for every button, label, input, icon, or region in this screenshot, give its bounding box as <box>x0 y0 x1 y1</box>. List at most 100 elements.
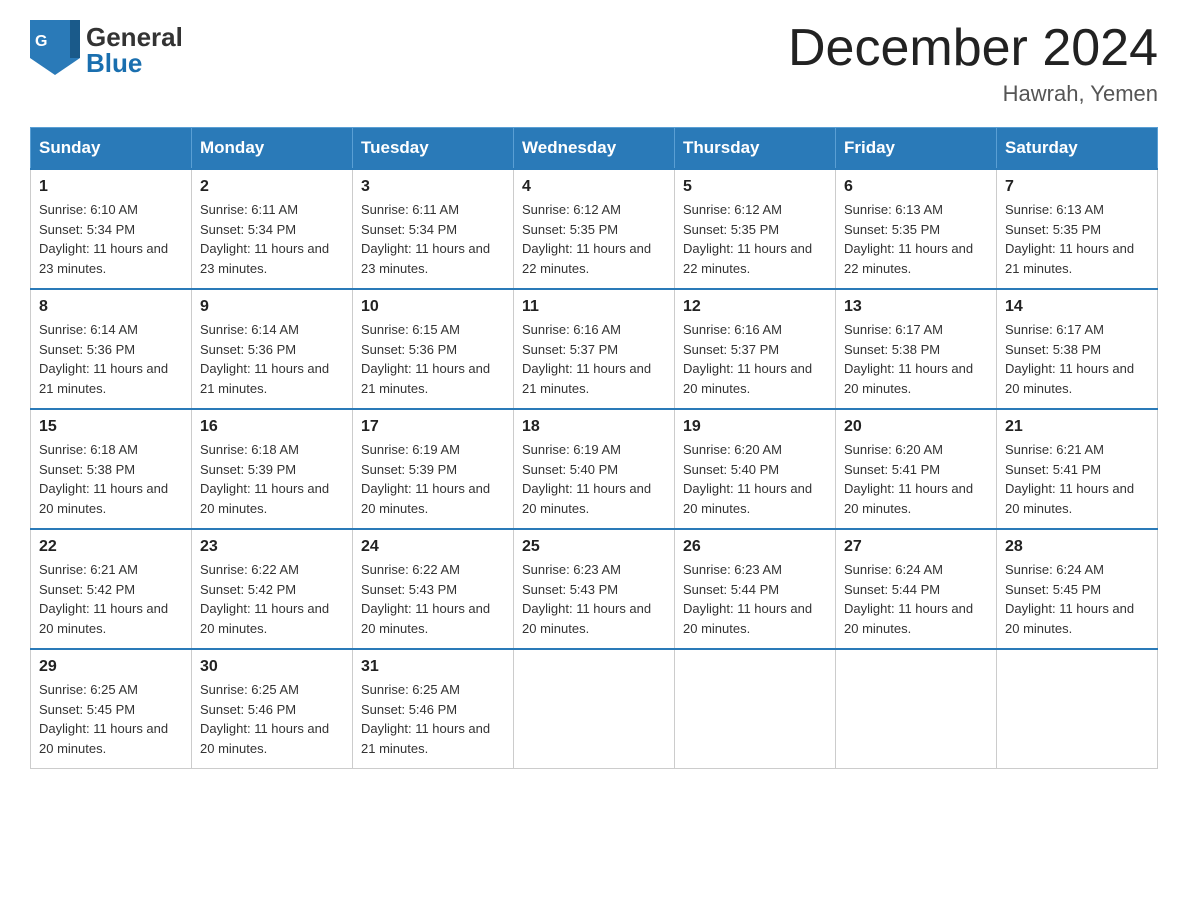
day-info-13: Sunrise: 6:17 AMSunset: 5:38 PMDaylight:… <box>844 320 988 398</box>
day-number-3: 3 <box>361 178 505 196</box>
day-info-19: Sunrise: 6:20 AMSunset: 5:40 PMDaylight:… <box>683 440 827 518</box>
day-number-25: 25 <box>522 538 666 556</box>
empty-cell <box>997 649 1158 769</box>
day-info-20: Sunrise: 6:20 AMSunset: 5:41 PMDaylight:… <box>844 440 988 518</box>
calendar-day-20: 20 Sunrise: 6:20 AMSunset: 5:41 PMDayligh… <box>836 409 997 529</box>
day-number-17: 17 <box>361 418 505 436</box>
day-info-26: Sunrise: 6:23 AMSunset: 5:44 PMDaylight:… <box>683 560 827 638</box>
calendar-day-26: 26Sunrise: 6:23 AMSunset: 5:44 PMDayligh… <box>675 529 836 649</box>
day-info-21: Sunrise: 6:21 AMSunset: 5:41 PMDaylight:… <box>1005 440 1149 518</box>
weekday-header-row: SundayMondayTuesdayWednesdayThursdayFrid… <box>31 128 1158 170</box>
calendar-day-21: 21 Sunrise: 6:21 AMSunset: 5:41 PMDayligh… <box>997 409 1158 529</box>
logo-general-text: General <box>86 24 183 50</box>
day-number-9: 9 <box>200 298 344 316</box>
calendar-day-22: 22Sunrise: 6:21 AMSunset: 5:42 PMDayligh… <box>31 529 192 649</box>
calendar-day-24: 24Sunrise: 6:22 AMSunset: 5:43 PMDayligh… <box>353 529 514 649</box>
day-number-18: 18 <box>522 418 666 436</box>
calendar-week-2: 8 Sunrise: 6:14 AMSunset: 5:36 PMDaylight… <box>31 289 1158 409</box>
calendar-table: SundayMondayTuesdayWednesdayThursdayFrid… <box>30 127 1158 769</box>
day-info-5: Sunrise: 6:12 AMSunset: 5:35 PMDaylight:… <box>683 200 827 278</box>
calendar-day-3: 3Sunrise: 6:11 AMSunset: 5:34 PMDaylight… <box>353 169 514 289</box>
day-info-1: Sunrise: 6:10 AMSunset: 5:34 PMDaylight:… <box>39 200 183 278</box>
calendar-day-15: 15Sunrise: 6:18 AMSunset: 5:38 PMDayligh… <box>31 409 192 529</box>
day-number-28: 28 <box>1005 538 1149 556</box>
calendar-week-4: 22Sunrise: 6:21 AMSunset: 5:42 PMDayligh… <box>31 529 1158 649</box>
day-info-25: Sunrise: 6:23 AMSunset: 5:43 PMDaylight:… <box>522 560 666 638</box>
calendar-day-28: 28 Sunrise: 6:24 AMSunset: 5:45 PMDayligh… <box>997 529 1158 649</box>
day-number-12: 12 <box>683 298 827 316</box>
day-info-6: Sunrise: 6:13 AMSunset: 5:35 PMDaylight:… <box>844 200 988 278</box>
calendar-day-23: 23 Sunrise: 6:22 AMSunset: 5:42 PMDayligh… <box>192 529 353 649</box>
day-number-1: 1 <box>39 178 183 196</box>
day-info-15: Sunrise: 6:18 AMSunset: 5:38 PMDaylight:… <box>39 440 183 518</box>
day-info-4: Sunrise: 6:12 AMSunset: 5:35 PMDaylight:… <box>522 200 666 278</box>
calendar-day-31: 31 Sunrise: 6:25 AMSunset: 5:46 PMDayligh… <box>353 649 514 769</box>
day-info-30: Sunrise: 6:25 AMSunset: 5:46 PMDaylight:… <box>200 680 344 758</box>
logo-name: General Blue <box>86 24 183 76</box>
calendar-week-3: 15Sunrise: 6:18 AMSunset: 5:38 PMDayligh… <box>31 409 1158 529</box>
day-number-30: 30 <box>200 658 344 676</box>
weekday-header-friday: Friday <box>836 128 997 170</box>
calendar-day-4: 4 Sunrise: 6:12 AMSunset: 5:35 PMDaylight… <box>514 169 675 289</box>
day-number-8: 8 <box>39 298 183 316</box>
day-number-24: 24 <box>361 538 505 556</box>
day-number-6: 6 <box>844 178 988 196</box>
day-info-27: Sunrise: 6:24 AMSunset: 5:44 PMDaylight:… <box>844 560 988 638</box>
calendar-day-16: 16Sunrise: 6:18 AMSunset: 5:39 PMDayligh… <box>192 409 353 529</box>
day-number-22: 22 <box>39 538 183 556</box>
calendar-day-1: 1 Sunrise: 6:10 AMSunset: 5:34 PMDaylight… <box>31 169 192 289</box>
day-info-7: Sunrise: 6:13 AMSunset: 5:35 PMDaylight:… <box>1005 200 1149 278</box>
calendar-day-12: 12 Sunrise: 6:16 AMSunset: 5:37 PMDayligh… <box>675 289 836 409</box>
calendar-day-14: 14Sunrise: 6:17 AMSunset: 5:38 PMDayligh… <box>997 289 1158 409</box>
day-info-28: Sunrise: 6:24 AMSunset: 5:45 PMDaylight:… <box>1005 560 1149 638</box>
day-number-2: 2 <box>200 178 344 196</box>
day-info-31: Sunrise: 6:25 AMSunset: 5:46 PMDaylight:… <box>361 680 505 758</box>
calendar-day-30: 30 Sunrise: 6:25 AMSunset: 5:46 PMDayligh… <box>192 649 353 769</box>
day-number-20: 20 <box>844 418 988 436</box>
day-info-14: Sunrise: 6:17 AMSunset: 5:38 PMDaylight:… <box>1005 320 1149 398</box>
calendar-week-1: 1 Sunrise: 6:10 AMSunset: 5:34 PMDaylight… <box>31 169 1158 289</box>
day-info-2: Sunrise: 6:11 AMSunset: 5:34 PMDaylight:… <box>200 200 344 278</box>
calendar-week-5: 29Sunrise: 6:25 AMSunset: 5:45 PMDayligh… <box>31 649 1158 769</box>
day-info-10: Sunrise: 6:15 AMSunset: 5:36 PMDaylight:… <box>361 320 505 398</box>
day-number-23: 23 <box>200 538 344 556</box>
logo-blue-text: Blue <box>86 50 183 76</box>
logo-icon: G <box>30 20 80 80</box>
calendar-day-10: 10Sunrise: 6:15 AMSunset: 5:36 PMDayligh… <box>353 289 514 409</box>
day-number-27: 27 <box>844 538 988 556</box>
day-number-7: 7 <box>1005 178 1149 196</box>
day-info-9: Sunrise: 6:14 AMSunset: 5:36 PMDaylight:… <box>200 320 344 398</box>
day-info-18: Sunrise: 6:19 AMSunset: 5:40 PMDaylight:… <box>522 440 666 518</box>
empty-cell <box>836 649 997 769</box>
weekday-header-wednesday: Wednesday <box>514 128 675 170</box>
day-info-12: Sunrise: 6:16 AMSunset: 5:37 PMDaylight:… <box>683 320 827 398</box>
calendar-day-18: 18 Sunrise: 6:19 AMSunset: 5:40 PMDayligh… <box>514 409 675 529</box>
day-info-23: Sunrise: 6:22 AMSunset: 5:42 PMDaylight:… <box>200 560 344 638</box>
day-number-21: 21 <box>1005 418 1149 436</box>
calendar-day-11: 11 Sunrise: 6:16 AMSunset: 5:37 PMDayligh… <box>514 289 675 409</box>
day-info-29: Sunrise: 6:25 AMSunset: 5:45 PMDaylight:… <box>39 680 183 758</box>
day-number-5: 5 <box>683 178 827 196</box>
calendar-day-8: 8 Sunrise: 6:14 AMSunset: 5:36 PMDaylight… <box>31 289 192 409</box>
day-number-31: 31 <box>361 658 505 676</box>
calendar-day-25: 25 Sunrise: 6:23 AMSunset: 5:43 PMDayligh… <box>514 529 675 649</box>
calendar-day-9: 9 Sunrise: 6:14 AMSunset: 5:36 PMDaylight… <box>192 289 353 409</box>
day-number-19: 19 <box>683 418 827 436</box>
calendar-day-17: 17 Sunrise: 6:19 AMSunset: 5:39 PMDayligh… <box>353 409 514 529</box>
calendar-day-19: 19 Sunrise: 6:20 AMSunset: 5:40 PMDayligh… <box>675 409 836 529</box>
weekday-header-sunday: Sunday <box>31 128 192 170</box>
empty-cell <box>675 649 836 769</box>
day-info-8: Sunrise: 6:14 AMSunset: 5:36 PMDaylight:… <box>39 320 183 398</box>
month-year-title: December 2024 <box>788 20 1158 77</box>
day-info-11: Sunrise: 6:16 AMSunset: 5:37 PMDaylight:… <box>522 320 666 398</box>
page-header: G General Blue December 2024 Hawrah, Yem… <box>30 20 1158 107</box>
day-info-16: Sunrise: 6:18 AMSunset: 5:39 PMDaylight:… <box>200 440 344 518</box>
day-number-4: 4 <box>522 178 666 196</box>
calendar-day-7: 7 Sunrise: 6:13 AMSunset: 5:35 PMDaylight… <box>997 169 1158 289</box>
title-block: December 2024 Hawrah, Yemen <box>788 20 1158 107</box>
empty-cell <box>514 649 675 769</box>
calendar-header: SundayMondayTuesdayWednesdayThursdayFrid… <box>31 128 1158 170</box>
day-number-11: 11 <box>522 298 666 316</box>
weekday-header-thursday: Thursday <box>675 128 836 170</box>
day-info-17: Sunrise: 6:19 AMSunset: 5:39 PMDaylight:… <box>361 440 505 518</box>
